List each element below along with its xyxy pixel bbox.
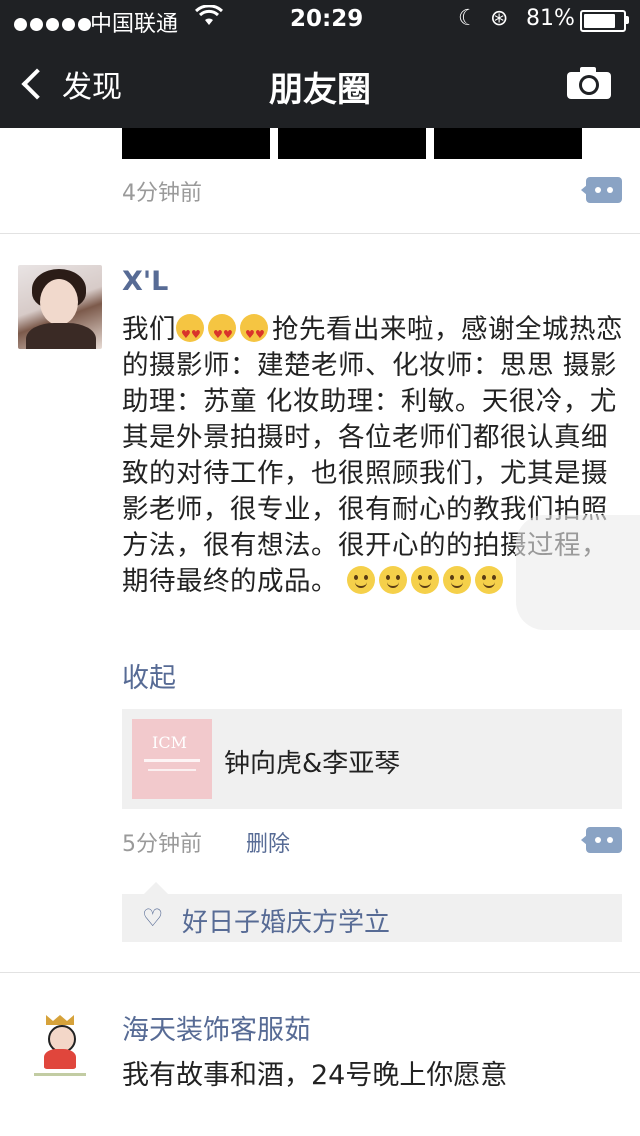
likes-panel: ♡ 好日子婚庆方学立 xyxy=(122,882,622,942)
camera-icon[interactable] xyxy=(566,66,612,100)
collapse-link[interactable]: 收起 xyxy=(122,656,176,695)
post-divider xyxy=(0,233,640,234)
heart-eyes-emoji-icon xyxy=(208,314,236,353)
prev-post-time: 4分钟前 xyxy=(122,181,202,206)
prev-post-image-2[interactable] xyxy=(278,128,426,159)
do-not-disturb-icon: ☾ xyxy=(458,6,478,31)
avatar[interactable] xyxy=(30,1015,90,1085)
heart-icon: ♡ xyxy=(142,904,164,932)
smile-emoji-icon xyxy=(474,566,503,594)
battery-percent: 81% xyxy=(526,6,575,31)
delete-link[interactable]: 删除 xyxy=(246,826,290,858)
shared-link-card[interactable]: ICM 钟向虎&李亚琴 xyxy=(122,709,622,809)
post-text-part1: 我们 xyxy=(122,314,176,345)
post-divider xyxy=(0,972,640,973)
smile-emoji-icon xyxy=(410,566,439,594)
carrier-label: 中国联通 xyxy=(90,12,179,37)
status-time: 20:29 xyxy=(290,6,364,32)
smile-emoji-icon xyxy=(378,566,407,594)
comment-button[interactable] xyxy=(581,177,622,203)
link-thumbnail: ICM xyxy=(132,719,212,799)
link-thumb-text: ICM xyxy=(152,733,187,752)
post-username[interactable]: X'L xyxy=(122,266,168,297)
wifi-icon xyxy=(194,4,224,33)
heart-eyes-emoji-icon xyxy=(176,314,204,353)
status-bar: 中国联通 20:29 ☾ ⊛ 81% xyxy=(0,0,640,40)
battery-fill xyxy=(584,14,615,28)
rotation-lock-icon: ⊛ xyxy=(490,6,509,31)
avatar[interactable] xyxy=(18,265,102,349)
battery-icon xyxy=(580,10,626,32)
smile-emoji-icon xyxy=(346,566,375,594)
signal-icon xyxy=(14,12,94,37)
top-bar: 中国联通 20:29 ☾ ⊛ 81% 发现 朋友圈 xyxy=(0,0,640,128)
link-title: 钟向虎&李亚琴 xyxy=(224,749,401,779)
comment-button[interactable] xyxy=(581,827,622,853)
heart-eyes-emoji-icon xyxy=(240,314,268,353)
like-user-name[interactable]: 好日子婚庆方学立 xyxy=(182,902,390,939)
post-time: 5分钟前 xyxy=(122,832,202,857)
scroll-overlay xyxy=(516,515,640,630)
nav-bar: 发现 朋友圈 xyxy=(0,40,640,128)
prev-post-image-3[interactable] xyxy=(434,128,582,159)
battery-tip xyxy=(626,16,629,24)
page-title: 朋友圈 xyxy=(269,70,371,110)
smile-emoji-icon xyxy=(442,566,471,594)
post-username[interactable]: 海天装饰客服茹 xyxy=(122,1008,311,1047)
prev-post-image-1[interactable] xyxy=(122,128,270,159)
post-text: 我有故事和酒，24号晚上你愿意 xyxy=(122,1060,508,1091)
